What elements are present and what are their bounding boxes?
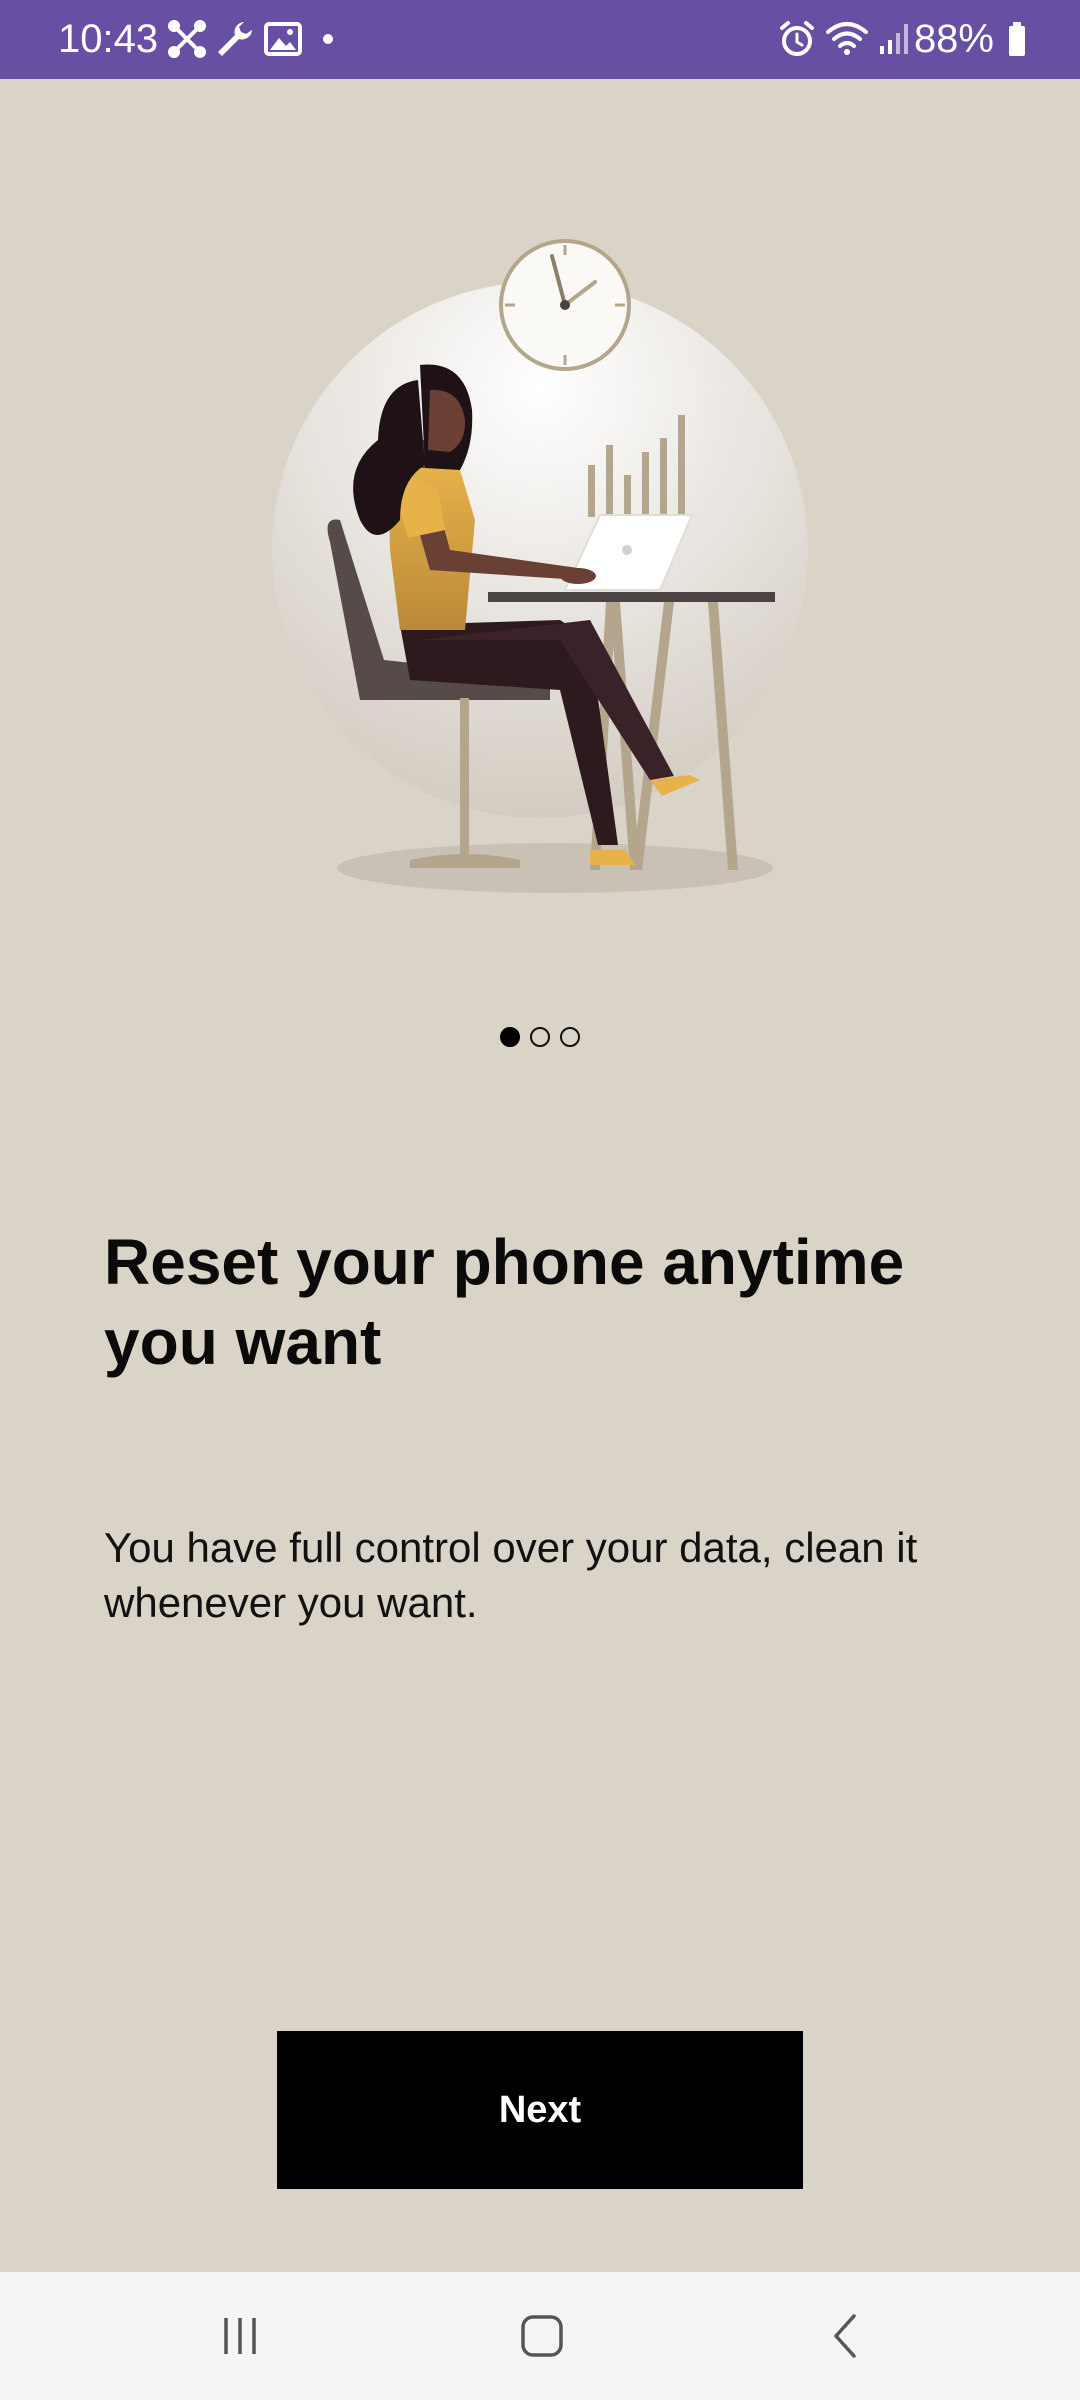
tools-icon	[168, 20, 206, 58]
battery-percentage: 88%	[913, 17, 994, 61]
page-indicator	[0, 1027, 1080, 1057]
image-icon	[264, 22, 302, 56]
page-dot-3[interactable]	[560, 1027, 580, 1047]
battery-icon	[1009, 22, 1025, 56]
onboarding-subtitle: You have full control over your data, cl…	[104, 1524, 918, 1626]
wrench-icon	[218, 22, 252, 56]
alarm-icon	[780, 21, 814, 56]
wifi-icon	[826, 22, 868, 55]
navigation-bar	[0, 2272, 1080, 2400]
signal-icon	[880, 24, 908, 54]
recents-button[interactable]	[180, 2272, 300, 2400]
back-icon	[834, 2314, 856, 2358]
back-button[interactable]	[786, 2272, 906, 2400]
recents-icon	[224, 2318, 256, 2354]
onboarding-screen: 10:43 88% Reset your phone anytime you w…	[0, 0, 1080, 2400]
clock-icon	[499, 239, 631, 371]
page-dot-1[interactable]	[500, 1027, 520, 1047]
status-bar: 10:43 88%	[0, 0, 1080, 79]
page-dot-2[interactable]	[530, 1027, 550, 1047]
onboarding-illustration	[272, 239, 808, 893]
status-time: 10:43	[58, 17, 159, 61]
home-icon	[521, 2315, 563, 2357]
next-button[interactable]: Next	[277, 2031, 803, 2189]
onboarding-title: Reset your phone anytime you want	[104, 1226, 905, 1378]
floor-shadow	[337, 843, 773, 893]
dot-icon	[323, 34, 333, 44]
home-button[interactable]	[482, 2272, 602, 2400]
